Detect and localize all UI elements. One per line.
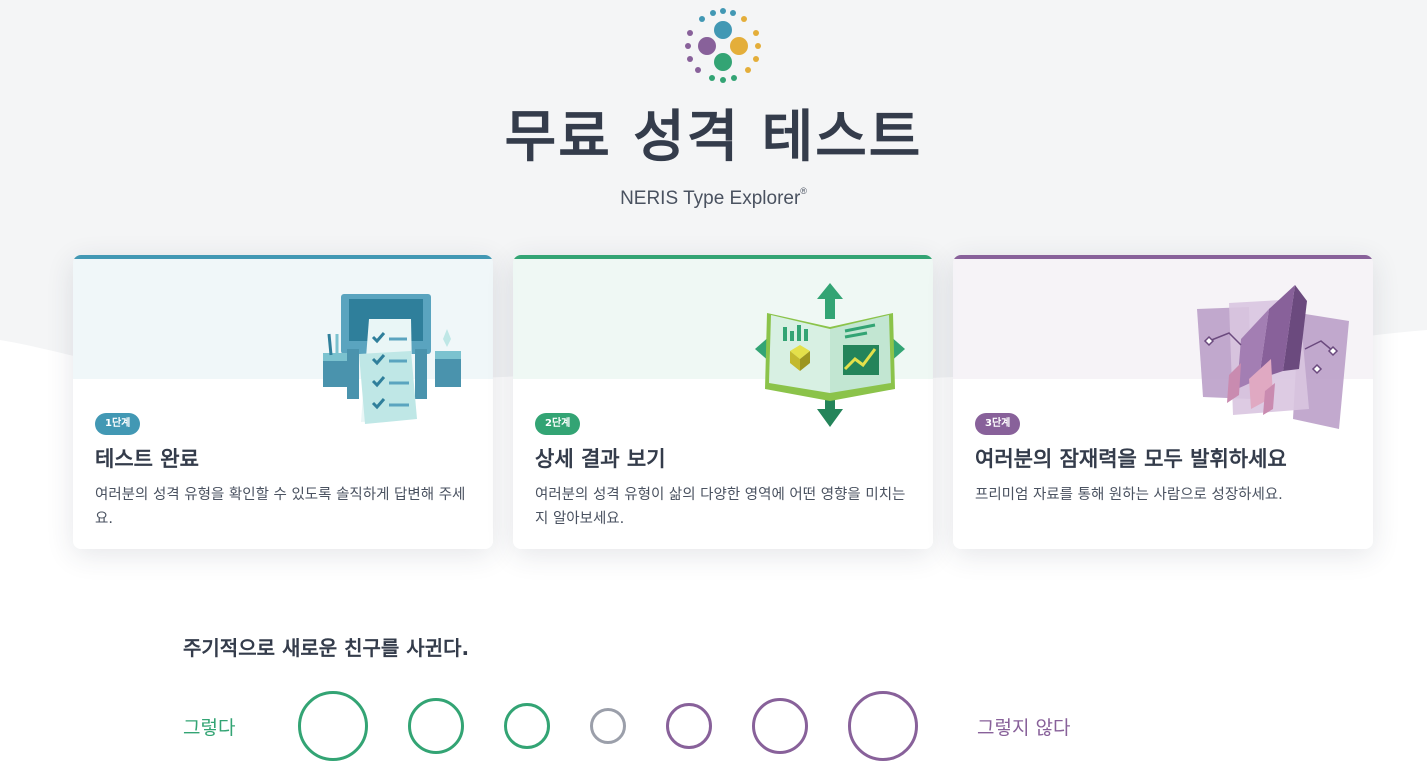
page-subtitle: NERIS Type Explorer® [0,186,1427,210]
disagree-label: 그렇지 않다 [977,717,1071,739]
step-title: 테스트 완료 [95,447,199,471]
question-text: 주기적으로 새로운 친구를 사귄다. [183,636,470,660]
step-badge: 2단계 [535,413,581,435]
step-card-1: 1단계 테스트 완료 여러분의 성격 유형을 확인할 수 있도록 솔직하게 답변… [73,255,493,549]
neris-logo-icon [685,8,761,83]
checklist-icon [323,294,461,424]
step-description: 프리미엄 자료를 통해 원하는 사람으로 성장하세요. [975,487,1283,503]
registered-mark: ® [800,186,807,196]
page-title: 무료 성격 테스트 [504,105,923,170]
step-badge: 3단계 [975,413,1021,435]
answer-option-neutral[interactable] [590,708,626,744]
answer-option-strongly-disagree[interactable] [848,691,918,761]
step-title: 상세 결과 보기 [535,447,666,471]
answer-option-slightly-agree[interactable] [504,703,550,749]
crystal-icon [1197,285,1349,429]
book-growth-icon [755,283,905,427]
step-description: 여러분의 성격 유형이 삶의 다양한 영역에 어떤 영향을 미치는지 알아보세요… [535,487,906,527]
step-title: 여러분의 잠재력을 모두 발휘하세요 [975,447,1287,471]
agree-label: 그렇다 [183,717,236,739]
answer-option-disagree[interactable] [752,698,808,754]
step-description: 여러분의 성격 유형을 확인할 수 있도록 솔직하게 답변해 주세요. [95,487,466,527]
answer-option-agree[interactable] [408,698,464,754]
step-badge: 1단계 [95,413,141,435]
answer-option-slightly-disagree[interactable] [666,703,712,749]
step-card-3: 3단계 여러분의 잠재력을 모두 발휘하세요 프리미엄 자료를 통해 원하는 사… [953,255,1373,549]
step-card-2: 2단계 상세 결과 보기 여러분의 성격 유형이 삶의 다양한 영역에 어떤 영… [513,255,933,549]
answer-option-strongly-agree[interactable] [298,691,368,761]
subtitle-text: NERIS Type Explorer [620,188,801,209]
